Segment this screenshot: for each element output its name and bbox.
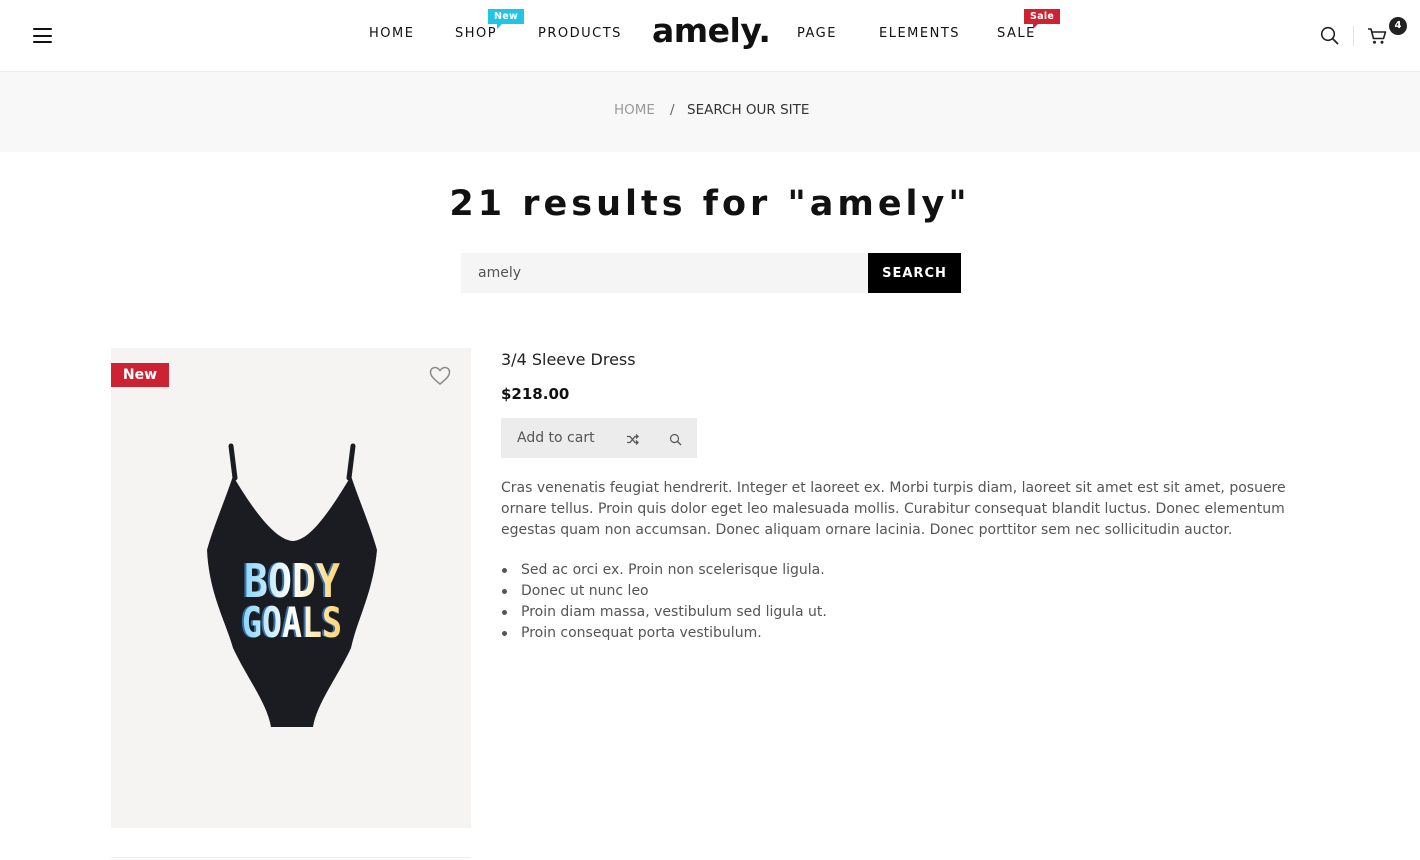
- nav-sale[interactable]: SALE: [997, 26, 1036, 41]
- list-item: Sed ac orci ex. Proin non scelerisque li…: [501, 560, 1101, 581]
- heart-icon[interactable]: [429, 366, 451, 390]
- breadcrumb-home-link[interactable]: HOME: [614, 102, 655, 118]
- breadcrumb-separator: /: [670, 102, 675, 118]
- print-goals: GOALS: [242, 598, 342, 647]
- product-image[interactable]: BODY BODY GOALS GOALS: [111, 348, 471, 828]
- search-icon[interactable]: [1320, 26, 1339, 49]
- nav-shop-new-badge: New: [488, 9, 525, 29]
- list-item: Donec ut nunc leo: [501, 581, 1101, 602]
- nav-products[interactable]: PRODUCTS: [538, 26, 622, 41]
- nav-elements[interactable]: ELEMENTS: [879, 26, 960, 41]
- breadcrumb: HOME / SEARCH OUR SITE: [0, 72, 1420, 152]
- list-item: Proin diam massa, vestibulum sed ligula …: [501, 602, 1101, 623]
- site-logo[interactable]: amely.: [652, 11, 771, 50]
- nav-shop[interactable]: SHOP: [455, 26, 497, 41]
- product-price: $218.00: [501, 385, 570, 403]
- product-description: Cras venenatis feugiat hendrerit. Intege…: [501, 480, 1286, 538]
- search-button[interactable]: SEARCH: [868, 253, 961, 293]
- product-name[interactable]: 3/4 Sleeve Dress: [501, 350, 636, 369]
- add-to-cart-button[interactable]: Add to cart: [517, 430, 595, 446]
- breadcrumb-current: SEARCH OUR SITE: [687, 102, 810, 118]
- divider: [111, 857, 471, 858]
- product-new-badge: New: [111, 363, 169, 387]
- search-input[interactable]: [461, 253, 868, 293]
- header-divider: [1353, 26, 1354, 46]
- product-actions: Add to cart: [501, 418, 697, 458]
- nav-home[interactable]: HOME: [369, 26, 414, 41]
- page-title: 21 results for "amely": [449, 184, 971, 224]
- nav-page[interactable]: PAGE: [797, 26, 837, 41]
- cart-icon[interactable]: [1367, 27, 1387, 49]
- nav-sale-badge: Sale: [1024, 9, 1061, 29]
- product-feature-list: Sed ac orci ex. Proin non scelerisque li…: [501, 560, 1101, 644]
- quick-view-icon[interactable]: [669, 431, 682, 450]
- site-header: HOME SHOP New PRODUCTS amely. PAGE ELEME…: [0, 0, 1420, 72]
- hamburger-menu-icon[interactable]: [33, 28, 52, 43]
- compare-icon[interactable]: [626, 431, 639, 450]
- list-item: Proin consequat porta vestibulum.: [501, 623, 1101, 644]
- cart-count-badge: 4: [1389, 17, 1407, 35]
